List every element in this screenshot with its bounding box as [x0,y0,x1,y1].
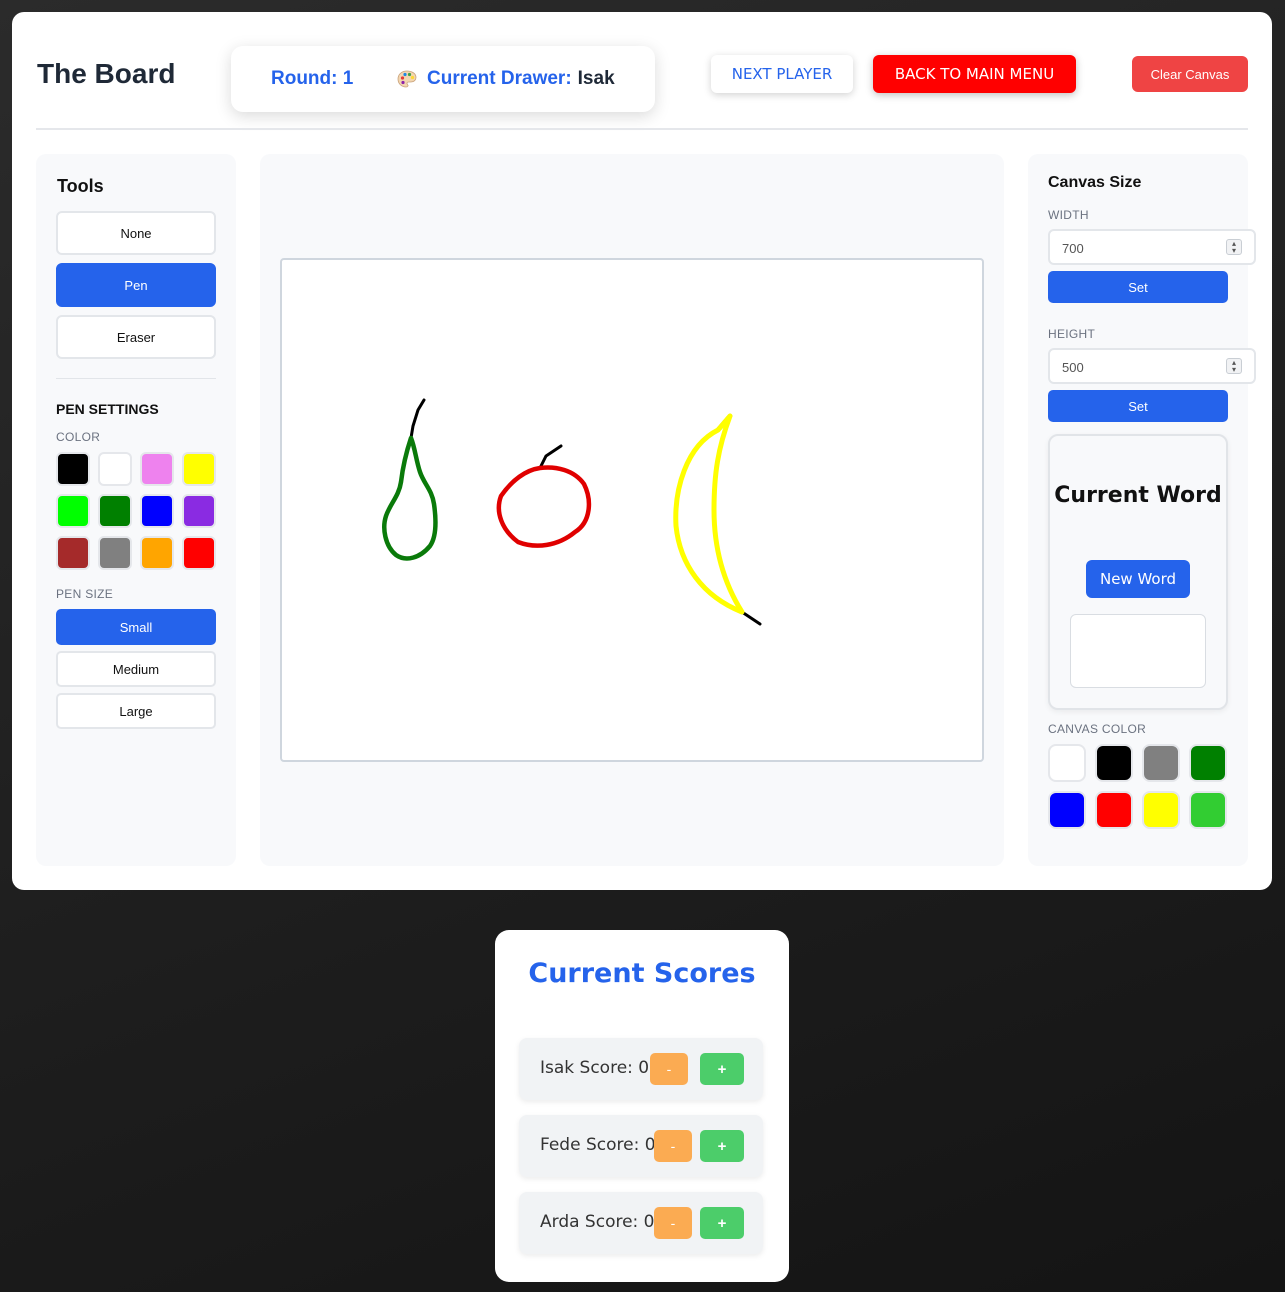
increase-score-button[interactable]: + [700,1130,744,1162]
board-container: The Board Round: 1 Current Drawer: Isak … [12,12,1272,890]
color-label: COLOR [56,430,101,444]
back-to-main-menu-button[interactable]: BACK TO MAIN MENU [873,55,1076,93]
drawing-canvas[interactable] [280,258,984,762]
width-value: 700 [1062,241,1084,256]
canvas-size-title: Canvas Size [1048,174,1142,191]
height-label: HEIGHT [1048,327,1096,341]
width-label: WIDTH [1048,208,1089,222]
canvas-color-limegreen[interactable] [1189,791,1227,829]
drawer-label: Current Drawer: [427,68,572,89]
current-word-title: Current Word [1054,483,1222,508]
canvas-color-label: CANVAS COLOR [1048,722,1147,736]
pen-color-lime[interactable] [56,494,90,528]
pen-color-orange[interactable] [140,536,174,570]
spinner-icon[interactable]: ▴ ▾ [1226,358,1242,374]
scores-title: Current Scores [528,958,756,989]
next-player-button[interactable]: NEXT PLAYER [711,55,853,93]
new-word-button[interactable]: New Word [1086,560,1190,598]
scores-card: Current Scores Isak Score: 0 - + Fede Sc… [495,930,789,1282]
canvas-color-black[interactable] [1095,744,1133,782]
score-label: Arda Score: 0 [540,1212,655,1232]
header-divider [36,128,1248,130]
score-row-fede: Fede Score: 0 - + [519,1115,763,1177]
score-label: Isak Score: 0 [540,1058,650,1078]
pen-color-black[interactable] [56,452,90,486]
canvas-color-gray[interactable] [1142,744,1180,782]
tool-none-button[interactable]: None [56,211,216,255]
canvas-color-white[interactable] [1048,744,1086,782]
tools-title: Tools [57,176,104,196]
set-width-button[interactable]: Set [1048,271,1228,303]
pen-color-green[interactable] [98,494,132,528]
pen-color-brown[interactable] [56,536,90,570]
pen-color-violet[interactable] [140,452,174,486]
score-row-isak: Isak Score: 0 - + [519,1038,763,1100]
pen-color-red[interactable] [182,536,216,570]
tools-panel: Tools None Pen Eraser PEN SETTINGS COLOR… [36,154,236,866]
canvas-color-yellow[interactable] [1142,791,1180,829]
set-height-button[interactable]: Set [1048,390,1228,422]
current-word-card: Current Word New Word [1048,434,1228,710]
pen-size-label: PEN SIZE [56,587,114,601]
canvas-color-red[interactable] [1095,791,1133,829]
height-input[interactable]: 500 ▴ ▾ [1048,348,1256,384]
increase-score-button[interactable]: + [700,1053,744,1085]
clear-canvas-button[interactable]: Clear Canvas [1132,56,1248,92]
canvas-panel [260,154,1004,866]
pen-color-white[interactable] [98,452,132,486]
decrease-score-button[interactable]: - [650,1053,688,1085]
score-label: Fede Score: 0 [540,1135,656,1155]
score-row-arda: Arda Score: 0 - + [519,1192,763,1254]
tool-eraser-button[interactable]: Eraser [56,315,216,359]
pen-settings-title: PEN SETTINGS [56,401,159,417]
increase-score-button[interactable]: + [700,1207,744,1239]
pen-color-yellow[interactable] [182,452,216,486]
spinner-icon[interactable]: ▴ ▾ [1226,239,1242,255]
pen-size-medium-button[interactable]: Medium [56,651,216,687]
tools-divider [56,378,216,379]
tool-pen-button[interactable]: Pen [56,263,216,307]
width-input[interactable]: 700 ▴ ▾ [1048,229,1256,265]
canvas-color-blue[interactable] [1048,791,1086,829]
decrease-score-button[interactable]: - [654,1130,692,1162]
height-value: 500 [1062,360,1084,375]
pen-color-gray[interactable] [98,536,132,570]
decrease-score-button[interactable]: - [654,1207,692,1239]
canvas-settings-panel: Canvas Size WIDTH 700 ▴ ▾ Set HEIGHT 500 … [1028,154,1256,866]
round-label: Round: 1 [271,68,354,89]
current-word-display [1070,614,1206,688]
round-info-box: Round: 1 Current Drawer: Isak [231,46,655,112]
drawer-name: Isak [577,68,615,89]
current-drawer: Current Drawer: Isak [397,68,615,90]
pen-size-large-button[interactable]: Large [56,693,216,729]
palette-icon [397,69,417,89]
pen-color-blue[interactable] [140,494,174,528]
pen-size-small-button[interactable]: Small [56,609,216,645]
canvas-color-green[interactable] [1189,744,1227,782]
pen-color-purple[interactable] [182,494,216,528]
page-title: The Board [37,58,176,89]
canvas-drawing [382,398,762,626]
